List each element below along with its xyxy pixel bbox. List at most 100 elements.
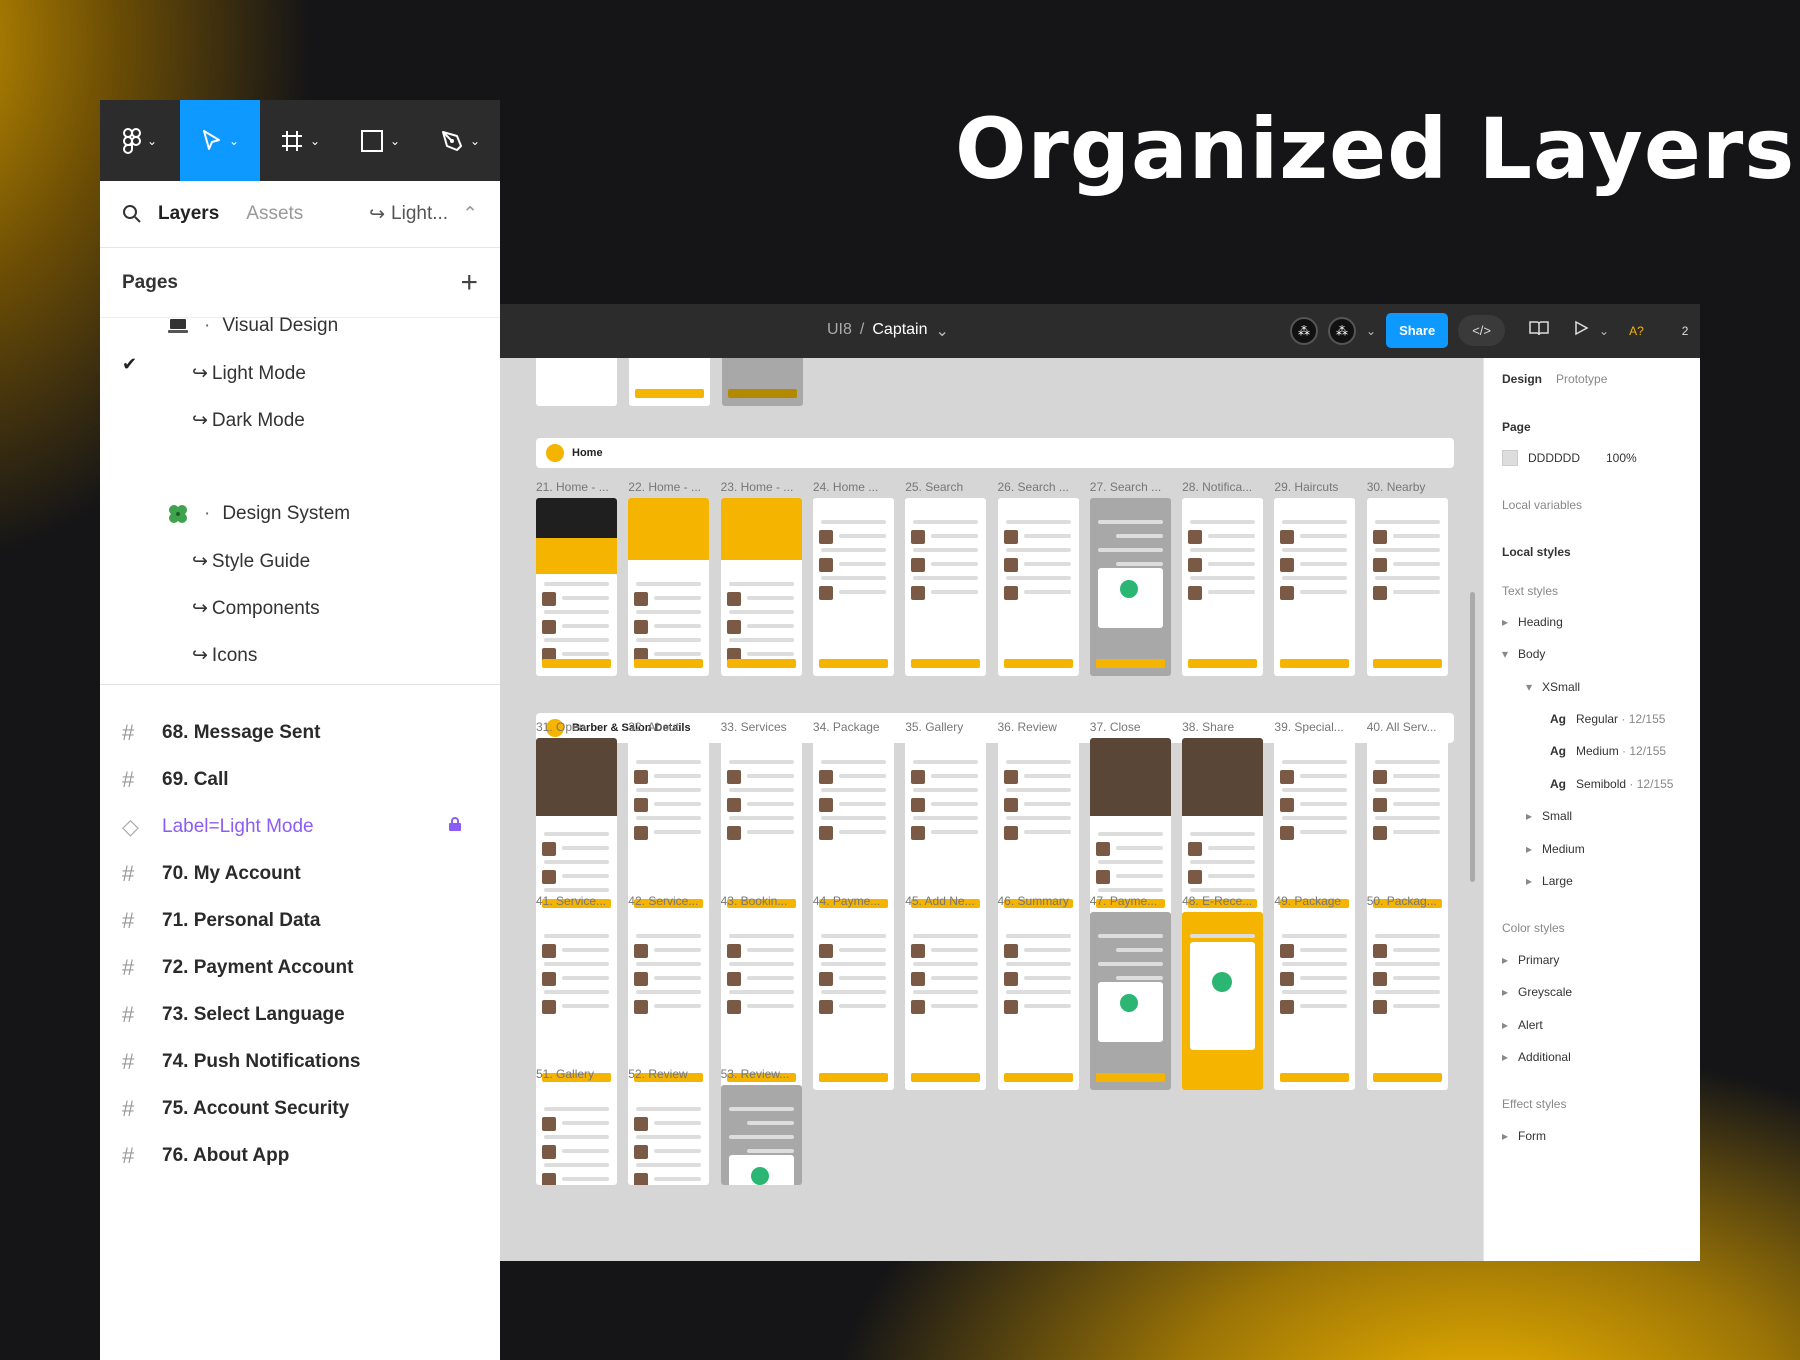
canvas[interactable]: Home 21. Home - ... 22. Home - ... 23. Hom…: [500, 358, 1483, 1261]
frame-thumbnail[interactable]: [722, 358, 803, 406]
main-menu-button[interactable]: ⌄: [100, 100, 180, 181]
frame-thumbnail[interactable]: [1182, 912, 1264, 1090]
frame-thumbnail[interactable]: [1366, 738, 1448, 916]
frame-thumbnail[interactable]: [629, 358, 710, 406]
frame-label[interactable]: 35. Gallery: [905, 720, 987, 734]
frame-label[interactable]: 40. All Serv...: [1367, 720, 1449, 734]
frame-label[interactable]: 49. Package: [1274, 894, 1356, 908]
style-primary[interactable]: ▸ Primary: [1502, 953, 1559, 967]
frame-label[interactable]: 39. Special...: [1274, 720, 1356, 734]
frame-thumbnail[interactable]: [628, 738, 710, 916]
search-icon[interactable]: [122, 204, 142, 224]
page-style-guide[interactable]: ↪ Style Guide: [192, 550, 310, 573]
page-group-design-system[interactable]: · Design System: [166, 503, 350, 525]
layer-frame[interactable]: #74. Push Notifications: [122, 1049, 360, 1075]
page-dark-mode[interactable]: ↪ Dark Mode: [192, 409, 305, 432]
frame-thumbnail[interactable]: [720, 912, 802, 1090]
frame-label[interactable]: 29. Haircuts: [1274, 480, 1356, 494]
frame-label[interactable]: 38. Share: [1182, 720, 1264, 734]
frame-thumbnail[interactable]: [997, 738, 1079, 916]
frame-thumbnail[interactable]: [720, 738, 802, 916]
frame-thumbnail[interactable]: [628, 1085, 710, 1185]
frame-thumbnail[interactable]: [1366, 498, 1448, 676]
style-form[interactable]: ▸ Form: [1502, 1129, 1546, 1143]
frame-thumbnail[interactable]: [536, 1085, 617, 1185]
frame-thumbnail[interactable]: [536, 738, 617, 916]
frame-thumbnail[interactable]: [1274, 738, 1356, 916]
current-page-selector[interactable]: ↪ Light... ⌃: [369, 203, 478, 226]
zoom-indicator[interactable]: A?: [1629, 324, 1644, 338]
tab-prototype[interactable]: Prototype: [1556, 372, 1607, 386]
local-variables-link[interactable]: Local variables: [1502, 498, 1582, 512]
page-light-mode[interactable]: ↪ Light Mode: [192, 362, 306, 385]
frame-label[interactable]: 37. Close: [1090, 720, 1172, 734]
section-home[interactable]: Home: [536, 438, 1454, 468]
style-xsmall[interactable]: ▾ XSmall: [1526, 680, 1580, 694]
frame-thumbnail[interactable]: [812, 912, 894, 1090]
layer-frame[interactable]: #73. Select Language: [122, 1002, 345, 1028]
frame-thumbnail[interactable]: [997, 498, 1079, 676]
frame-label[interactable]: 22. Home - ...: [628, 480, 710, 494]
layer-frame[interactable]: #76. About App: [122, 1143, 289, 1169]
play-icon[interactable]: [1573, 320, 1589, 341]
frame-label[interactable]: 31. Open: [536, 720, 618, 734]
frame-thumbnail[interactable]: [1089, 498, 1171, 676]
style-alert[interactable]: ▸ Alert: [1502, 1018, 1543, 1032]
style-body[interactable]: ▾ Body: [1502, 647, 1545, 661]
frame-thumbnail[interactable]: [905, 738, 987, 916]
frame-thumbnail[interactable]: [628, 498, 710, 676]
frame-thumbnail[interactable]: [536, 912, 617, 1090]
frame-label[interactable]: 43. Bookin...: [721, 894, 803, 908]
style-semibold[interactable]: Ag Semibold · 12/155: [1550, 777, 1673, 791]
tab-assets[interactable]: Assets: [246, 203, 303, 225]
page-color-swatch[interactable]: [1502, 450, 1518, 466]
share-button[interactable]: Share: [1386, 313, 1449, 348]
frame-thumbnail[interactable]: [1089, 738, 1171, 916]
frame-label[interactable]: 23. Home - ...: [721, 480, 803, 494]
style-greyscale[interactable]: ▸ Greyscale: [1502, 985, 1572, 999]
frame-label[interactable]: 46. Summary: [998, 894, 1080, 908]
style-additional[interactable]: ▸ Additional: [1502, 1050, 1571, 1064]
avatar[interactable]: ⁂: [1290, 316, 1318, 345]
frame-label[interactable]: 27. Search ...: [1090, 480, 1172, 494]
frame-thumbnail[interactable]: [1182, 738, 1264, 916]
page-icons[interactable]: ↪ Icons: [192, 644, 257, 667]
frame-label[interactable]: 28. Notifica...: [1182, 480, 1264, 494]
chevron-down-icon[interactable]: ⌄: [1599, 324, 1609, 338]
frame-label[interactable]: 50. Packag...: [1367, 894, 1449, 908]
frame-label[interactable]: 47. Payme...: [1090, 894, 1172, 908]
style-medium-size[interactable]: ▸ Medium: [1526, 842, 1585, 856]
pen-tool-button[interactable]: ⌄: [420, 100, 500, 181]
style-heading[interactable]: ▸ Heading: [1502, 615, 1563, 629]
frame-label[interactable]: 41. Service...: [536, 894, 618, 908]
frame-thumbnail[interactable]: [1274, 498, 1356, 676]
page-components[interactable]: ↪ Components: [192, 597, 320, 620]
frame-thumbnail[interactable]: [720, 1085, 802, 1185]
frame-label[interactable]: 24. Home ...: [813, 480, 895, 494]
frame-thumbnail[interactable]: [1182, 498, 1264, 676]
frame-label[interactable]: 42. Service...: [628, 894, 710, 908]
frame-tool-button[interactable]: ⌄: [260, 100, 340, 181]
frame-label[interactable]: 33. Services: [721, 720, 803, 734]
style-medium[interactable]: Ag Medium · 12/155: [1550, 744, 1666, 758]
tab-design[interactable]: Design: [1502, 372, 1542, 386]
breadcrumb-file[interactable]: Captain: [872, 321, 927, 341]
layer-frame[interactable]: #69. Call: [122, 767, 229, 793]
shape-tool-button[interactable]: ⌄: [340, 100, 420, 181]
avatar[interactable]: ⁂: [1328, 316, 1356, 345]
frame-thumbnail[interactable]: [812, 738, 894, 916]
dev-mode-toggle[interactable]: </>: [1458, 315, 1505, 346]
layer-frame[interactable]: #72. Payment Account: [122, 955, 353, 981]
add-page-icon[interactable]: +: [460, 267, 478, 298]
page-color-value[interactable]: DDDDDD: [1528, 451, 1580, 465]
frame-label[interactable]: 45. Add Ne...: [905, 894, 987, 908]
layer-frame[interactable]: #70. My Account: [122, 861, 301, 887]
library-icon[interactable]: [1529, 320, 1549, 341]
frame-thumbnail[interactable]: [720, 498, 802, 676]
page-group-visual-design[interactable]: · Visual Design: [166, 315, 338, 337]
frame-label[interactable]: 36. Review: [998, 720, 1080, 734]
layer-frame[interactable]: #75. Account Security: [122, 1096, 349, 1122]
frame-label[interactable]: 21. Home - ...: [536, 480, 618, 494]
frame-label[interactable]: 53. Review...: [721, 1067, 803, 1081]
style-large[interactable]: ▸ Large: [1526, 874, 1573, 888]
